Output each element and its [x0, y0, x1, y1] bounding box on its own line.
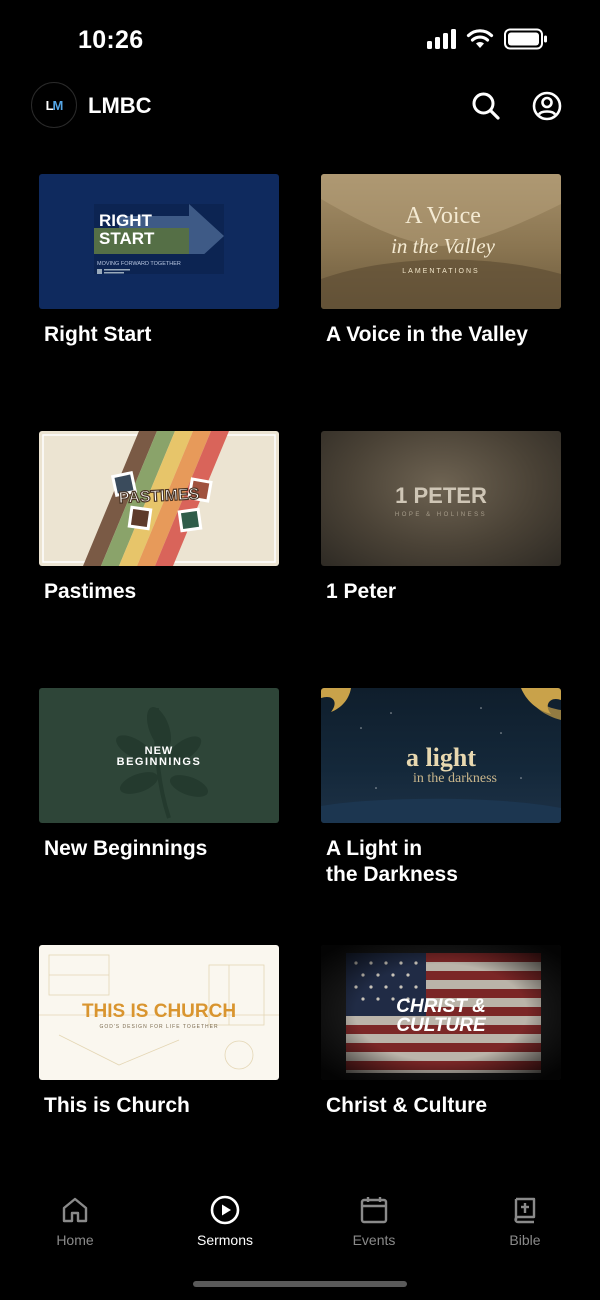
art-line2: in the Valley [391, 234, 495, 258]
sermon-card[interactable]: a light in the darkness A Light in the D… [321, 688, 561, 888]
voice-valley-artwork: A Voice in the Valley LAMENTATIONS [321, 174, 561, 309]
logo-letter-m: M [52, 97, 64, 113]
sermon-thumbnail[interactable]: a light in the darkness [321, 688, 561, 823]
sermon-title: Pastimes [44, 580, 137, 603]
bible-icon [514, 1197, 536, 1224]
sermon-title: A Light in the Darkness [326, 837, 458, 886]
tab-bible[interactable]: Bible [465, 1190, 585, 1248]
this-is-church-artwork: THIS IS CHURCH GOD'S DESIGN FOR LIFE TOG… [39, 954, 279, 1070]
sermon-card[interactable]: NEW BEGINNINGS New Beginnings [39, 688, 279, 862]
status-bar: 10:26 [0, 0, 600, 80]
sermon-title: This is Church [44, 1094, 190, 1117]
sermon-thumbnail[interactable]: PASTIMES [39, 431, 279, 566]
art-line1: THIS IS CHURCH [82, 1001, 236, 1022]
sermon-thumbnail[interactable]: CHRIST & CULTURE [321, 945, 561, 1080]
sermon-card[interactable]: RIGHT START MOVING FORWARD TOGETHER Righ… [39, 174, 279, 348]
sermon-title: 1 Peter [326, 580, 397, 603]
play-circle-icon [210, 1195, 240, 1225]
sermon-thumbnail[interactable]: THIS IS CHURCH GOD'S DESIGN FOR LIFE TOG… [39, 945, 279, 1080]
sermon-card[interactable]: 1 PETER HOPE & HOLINESS 1 Peter [321, 431, 561, 605]
art-line1: RIGHT [99, 211, 153, 230]
art-sub: MOVING FORWARD TOGETHER [97, 261, 181, 267]
sermon-title: New Beginnings [44, 837, 208, 860]
art-line2: in the darkness [413, 771, 497, 786]
church-logo[interactable]: LM [31, 82, 77, 128]
art-line1: a light [406, 743, 476, 772]
sermon-card[interactable]: A Voice in the Valley LAMENTATIONS A Voi… [321, 174, 561, 348]
sermon-thumbnail[interactable]: NEW BEGINNINGS [39, 688, 279, 823]
christ-culture-artwork: CHRIST & CULTURE [321, 945, 561, 1080]
tab-bar: Home Sermons Events Bible [0, 1190, 600, 1260]
sermon-card[interactable]: CHRIST & CULTURE Christ & Culture [321, 945, 561, 1119]
account-icon[interactable] [532, 91, 562, 121]
home-indicator[interactable] [193, 1281, 407, 1287]
tab-events[interactable]: Events [314, 1190, 434, 1248]
sermon-card[interactable]: PASTIMES Pastimes [39, 431, 279, 605]
art-line2: START [99, 229, 155, 248]
signal-icon [427, 29, 456, 49]
tab-label: Bible [509, 1232, 541, 1248]
wifi-icon [466, 29, 494, 48]
sermon-title: Right Start [44, 323, 152, 346]
tab-sermons[interactable]: Sermons [165, 1190, 285, 1248]
tab-label: Home [56, 1232, 94, 1248]
app-header: LM LMBC [0, 82, 600, 130]
sermon-title: A Voice in the Valley [326, 323, 528, 346]
art-line1: CHRIST & [396, 996, 486, 1017]
sermon-thumbnail[interactable]: A Voice in the Valley LAMENTATIONS [321, 174, 561, 309]
new-beginnings-artwork: NEW BEGINNINGS [116, 707, 209, 819]
art-sub: LAMENTATIONS [402, 268, 479, 275]
app-title: LMBC [88, 93, 152, 118]
sermon-thumbnail[interactable]: 1 PETER HOPE & HOLINESS [321, 431, 561, 566]
calendar-icon [360, 1197, 388, 1224]
logo-letter-l: L [45, 97, 54, 113]
right-start-artwork: RIGHT START MOVING FORWARD TOGETHER [94, 204, 224, 274]
art-sub: HOPE & HOLINESS [395, 512, 487, 518]
art-line2: BEGINNINGS [117, 756, 202, 768]
tab-label: Sermons [196, 1232, 254, 1248]
art-line1: A Voice [405, 203, 481, 229]
one-peter-artwork: 1 PETER HOPE & HOLINESS [395, 483, 487, 518]
tab-home[interactable]: Home [15, 1190, 135, 1248]
battery-icon [504, 28, 547, 50]
pastimes-artwork: PASTIMES [42, 431, 276, 566]
search-icon[interactable] [471, 91, 501, 121]
status-time: 10:26 [78, 26, 144, 54]
home-icon [62, 1197, 88, 1223]
light-darkness-artwork: a light in the darkness [321, 688, 561, 823]
sermon-thumbnail[interactable]: RIGHT START MOVING FORWARD TOGETHER [39, 174, 279, 309]
art-line1: 1 PETER [395, 483, 487, 508]
sermon-title: Christ & Culture [326, 1094, 488, 1117]
art-line2: CULTURE [396, 1015, 487, 1036]
status-icons [427, 28, 548, 50]
art-sub: GOD'S DESIGN FOR LIFE TOGETHER [99, 1024, 218, 1030]
sermon-card[interactable]: THIS IS CHURCH GOD'S DESIGN FOR LIFE TOG… [39, 945, 279, 1119]
tab-label: Events [352, 1232, 396, 1248]
